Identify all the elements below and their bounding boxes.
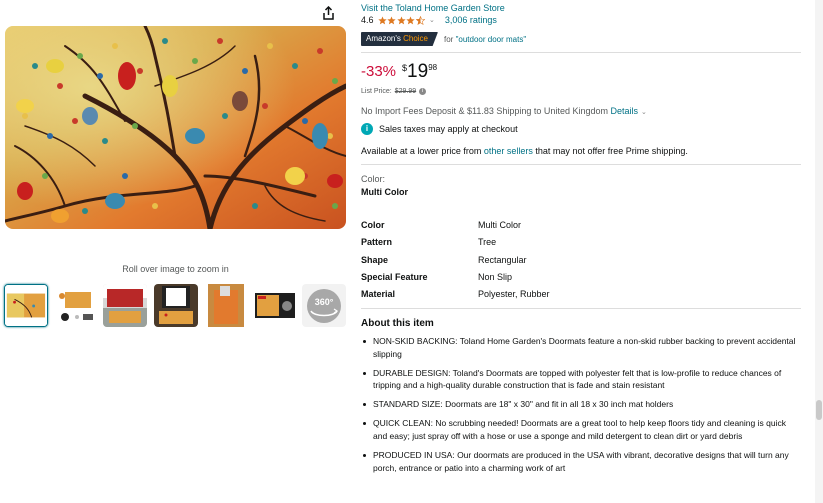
star-icon	[396, 15, 406, 24]
rating-row: 4.6 ⌄ 3,006 ratings	[361, 15, 497, 25]
tax-notice: i Sales taxes may apply at checkout	[361, 123, 518, 135]
price-whole: 19	[407, 61, 429, 82]
thumbnail-1[interactable]	[4, 284, 48, 327]
divider	[361, 52, 801, 53]
thumbnail-2[interactable]	[55, 284, 99, 327]
choice-for-text: for "outdoor door mats"	[444, 34, 527, 44]
spec-key: Shape	[361, 255, 389, 265]
divider	[361, 164, 801, 165]
about-section-title: About this item	[361, 318, 434, 329]
price-row: -33% $ 19 98	[361, 62, 437, 82]
scrollbar[interactable]	[815, 0, 823, 503]
star-icon	[387, 15, 396, 24]
about-bullet: DURABLE DESIGN: Toland's Doormats are to…	[361, 367, 801, 392]
spec-key: Material	[361, 289, 396, 299]
star-icon	[377, 15, 387, 24]
amazons-choice-badge: Amazon's Choice	[361, 32, 438, 46]
scrollbar-thumb[interactable]	[816, 400, 822, 420]
color-selection-label: Color:	[361, 174, 386, 184]
thumbnail-4[interactable]	[154, 284, 198, 327]
spec-value: Rectangular	[478, 255, 527, 265]
star-icon	[406, 15, 415, 24]
list-price: List Price: $29.99 i	[361, 88, 427, 95]
info-icon: i	[361, 123, 373, 135]
ratings-count-link[interactable]: 3,006 ratings	[445, 15, 497, 25]
info-icon[interactable]: i	[419, 88, 427, 95]
spec-value: Polyester, Rubber	[478, 289, 550, 299]
choice-query-link[interactable]: "outdoor door mats"	[456, 35, 527, 44]
spec-value: Multi Color	[478, 220, 522, 230]
amazons-choice-row: Amazon's Choice for "outdoor door mats"	[361, 32, 526, 46]
star-half-icon	[415, 15, 425, 25]
shipping-info: No Import Fees Deposit & $11.83 Shipping…	[361, 106, 647, 116]
thumbnail-360[interactable]: 360°	[302, 284, 346, 327]
main-product-image[interactable]	[5, 26, 346, 229]
spec-value: Non Slip	[478, 272, 513, 282]
list-price-value: $29.99	[394, 88, 417, 95]
share-button[interactable]	[318, 4, 338, 22]
rating-value: 4.6	[361, 15, 374, 25]
thumb-360-label: 360°	[315, 297, 334, 307]
about-bullet: QUICK CLEAN: No scrubbing needed! Doorma…	[361, 417, 801, 442]
about-bullet: PRODUCED IN USA: Our doormats are produc…	[361, 449, 801, 474]
about-bullet: NON-SKID BACKING: Toland Home Garden's D…	[361, 335, 801, 360]
about-bullet-list: NON-SKID BACKING: Toland Home Garden's D…	[361, 335, 801, 481]
spec-value: Tree	[478, 237, 497, 247]
rotate-360-icon: 360°	[302, 284, 346, 327]
other-sellers-link[interactable]: other sellers	[484, 146, 533, 156]
spec-key: Pattern	[361, 237, 393, 247]
zoom-hint: Roll over image to zoom in	[122, 264, 229, 274]
divider	[361, 308, 801, 309]
shipping-details-link[interactable]: Details	[611, 106, 639, 116]
chevron-down-icon[interactable]: ⌄	[641, 109, 647, 116]
discount-percent: -33%	[361, 63, 397, 80]
store-link[interactable]: Visit the Toland Home Garden Store	[361, 3, 505, 13]
thumbnail-6[interactable]	[253, 284, 297, 327]
share-icon	[322, 6, 334, 20]
star-rating[interactable]	[377, 15, 426, 25]
spec-key: Color	[361, 220, 385, 230]
thumbnail-3[interactable]	[103, 284, 147, 327]
chevron-down-icon[interactable]: ⌄	[429, 16, 435, 24]
other-sellers-notice: Available at a lower price from other se…	[361, 146, 688, 156]
color-selection-value: Multi Color	[361, 187, 408, 197]
price-fraction: 98	[428, 63, 438, 72]
about-bullet: STANDARD SIZE: Doormats are 18" x 30" an…	[361, 398, 801, 411]
thumbnail-5[interactable]	[204, 284, 248, 327]
spec-key: Special Feature	[361, 272, 428, 282]
